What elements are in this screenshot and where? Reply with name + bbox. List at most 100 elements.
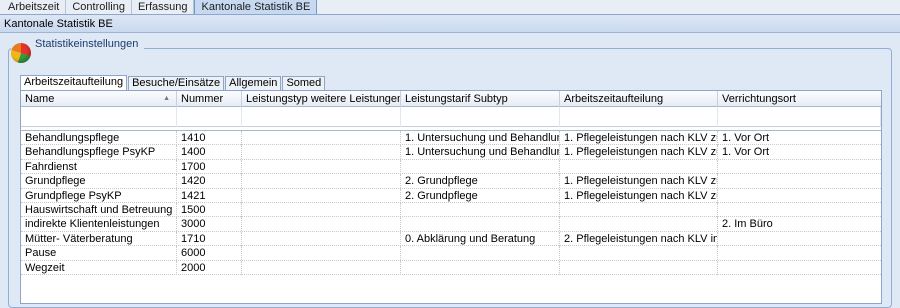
table-cell[interactable]: 1. Vor Ort [718, 131, 881, 145]
table-cell[interactable]: Behandlungspflege PsyKP [21, 145, 177, 160]
table-row[interactable]: Mütter- Väterberatung 1710 0. Abklärung un… [21, 231, 881, 247]
filter-cell[interactable] [177, 107, 242, 127]
tab-allgemein[interactable]: Allgemein [225, 76, 282, 90]
table-cell[interactable]: 2. Grundpflege [401, 188, 560, 203]
table-cell[interactable] [560, 202, 718, 217]
table-cell[interactable] [242, 231, 401, 246]
table-cell[interactable]: 0. Abklärung und Beratung [401, 231, 560, 246]
module-tab-strip: Arbeitszeit Controlling Erfassung Kanton… [0, 0, 900, 15]
filter-cell[interactable] [560, 107, 718, 127]
column-header-verrichtungsort[interactable]: Verrichtungsort [718, 91, 881, 107]
tab-arbeitszeitaufteilung[interactable]: Arbeitszeitaufteilung [20, 75, 128, 90]
table-row[interactable]: Hauswirtschaft und Betreuung 1500 [21, 202, 881, 218]
table-cell[interactable]: 1420 [177, 174, 242, 189]
filter-row[interactable] [21, 107, 881, 127]
tab-somed[interactable]: Somed [282, 76, 326, 90]
table-cell[interactable] [560, 246, 718, 261]
table-cell[interactable]: 3000 [177, 217, 242, 232]
table-cell[interactable] [718, 261, 881, 275]
table-cell[interactable] [718, 189, 881, 203]
table-cell[interactable] [560, 159, 718, 174]
group-header: Statistikeinstellungen [11, 35, 145, 63]
table-cell[interactable] [560, 217, 718, 232]
table-cell[interactable]: 1400 [177, 145, 242, 160]
grid-body: Behandlungspflege 1410 1. Untersuchung und… [21, 131, 881, 275]
table-cell[interactable] [242, 217, 401, 232]
column-header-arbeitszeitaufteilung[interactable]: Arbeitszeitaufteilung [560, 91, 718, 107]
table-cell[interactable] [718, 203, 881, 217]
table-cell[interactable]: 1410 [177, 131, 242, 145]
table-cell[interactable]: Behandlungspflege [21, 131, 177, 145]
column-header-name[interactable]: Name ▲ [21, 91, 177, 107]
table-cell[interactable] [242, 159, 401, 174]
table-cell[interactable]: 2. Pflegeleistungen nach KLV im St... [560, 231, 718, 246]
table-cell[interactable]: 1. Vor Ort [718, 145, 881, 159]
table-cell[interactable] [242, 202, 401, 217]
table-cell[interactable]: Hauswirtschaft und Betreuung [21, 202, 177, 217]
table-cell[interactable]: 1. Untersuchung und Behandlung [401, 145, 560, 160]
table-row[interactable]: Behandlungspflege PsyKP 1400 1. Untersuchu… [21, 145, 881, 160]
table-cell[interactable] [401, 260, 560, 275]
tab-kantonale-statistik-be[interactable]: Kantonale Statistik BE [194, 0, 318, 14]
tab-besuche-einsaetze[interactable]: Besuche/Einsätze [128, 76, 225, 90]
table-row[interactable]: Behandlungspflege 1410 1. Untersuchung und… [21, 131, 881, 146]
table-cell[interactable] [242, 174, 401, 189]
filter-cell[interactable] [242, 107, 401, 127]
table-cell[interactable]: 1710 [177, 231, 242, 246]
table-cell[interactable] [242, 246, 401, 261]
table-cell[interactable]: 1. Pflegeleistungen nach KLV zu H... [560, 131, 718, 145]
tab-arbeitszeit[interactable]: Arbeitszeit [2, 0, 67, 14]
tab-controlling[interactable]: Controlling [66, 0, 132, 14]
filter-cell[interactable] [21, 107, 177, 127]
table-cell[interactable]: 1. Pflegeleistungen nach KLV zu H... [560, 145, 718, 160]
table-cell[interactable] [718, 246, 881, 260]
table-cell[interactable] [718, 174, 881, 188]
grid-header: Name ▲ Nummer Leistungstyp weitere Leist… [21, 91, 881, 107]
table-cell[interactable]: Grundpflege PsyKP [21, 188, 177, 203]
table-cell[interactable] [401, 217, 560, 232]
settings-tab-strip: Arbeitszeitaufteilung Besuche/Einsätze A… [20, 75, 326, 90]
table-cell[interactable] [242, 145, 401, 160]
filter-cell[interactable] [718, 107, 881, 127]
table-row[interactable]: Grundpflege 1420 2. Grundpflege 1. Pflegele… [21, 174, 881, 189]
table-row[interactable]: Fahrdienst 1700 [21, 159, 881, 175]
table-cell[interactable] [718, 232, 881, 246]
table-cell[interactable]: indirekte Klientenleistungen [21, 217, 177, 232]
tab-erfassung[interactable]: Erfassung [132, 0, 195, 14]
window-title: Kantonale Statistik BE [0, 15, 900, 33]
table-cell[interactable] [242, 188, 401, 203]
table-cell[interactable]: 2000 [177, 260, 242, 275]
table-cell[interactable]: Grundpflege [21, 174, 177, 189]
table-row[interactable]: Grundpflege PsyKP 1421 2. Grundpflege 1. Pf… [21, 188, 881, 203]
group-title: Statistikeinstellungen [35, 38, 139, 50]
table-cell[interactable]: Pause [21, 246, 177, 261]
table-cell[interactable] [401, 202, 560, 217]
data-grid: Name ▲ Nummer Leistungstyp weitere Leist… [20, 90, 882, 304]
filter-cell[interactable] [401, 107, 560, 127]
table-cell[interactable]: Fahrdienst [21, 159, 177, 174]
table-cell[interactable]: Mütter- Väterberatung [21, 231, 177, 246]
table-cell[interactable]: 1700 [177, 159, 242, 174]
column-header-leistungstyp[interactable]: Leistungstyp weitere Leistungen [242, 91, 401, 107]
table-cell[interactable]: 2. Grundpflege [401, 174, 560, 189]
table-cell[interactable] [401, 246, 560, 261]
table-cell[interactable]: 2. Im Büro [718, 217, 881, 231]
table-cell[interactable]: 6000 [177, 246, 242, 261]
table-row[interactable]: indirekte Klientenleistungen 3000 2. Im Bü… [21, 217, 881, 232]
table-cell[interactable]: 1. Untersuchung und Behandlung [401, 131, 560, 145]
sort-ascending-icon: ▲ [163, 95, 170, 102]
table-row[interactable]: Wegzeit 2000 [21, 260, 881, 275]
table-cell[interactable]: 1421 [177, 188, 242, 203]
table-cell[interactable] [718, 160, 881, 174]
table-cell[interactable] [242, 131, 401, 145]
table-cell[interactable] [560, 260, 718, 275]
table-cell[interactable]: 1. Pflegeleistungen nach KLV zu H... [560, 188, 718, 203]
table-cell[interactable] [242, 260, 401, 275]
table-cell[interactable] [401, 159, 560, 174]
table-cell[interactable]: 1500 [177, 202, 242, 217]
column-header-leistungstarif[interactable]: Leistungstarif Subtyp [401, 91, 560, 107]
table-cell[interactable]: Wegzeit [21, 260, 177, 275]
table-row[interactable]: Pause 6000 [21, 246, 881, 261]
table-cell[interactable]: 1. Pflegeleistungen nach KLV zu H... [560, 174, 718, 189]
column-header-nummer[interactable]: Nummer [177, 91, 242, 107]
